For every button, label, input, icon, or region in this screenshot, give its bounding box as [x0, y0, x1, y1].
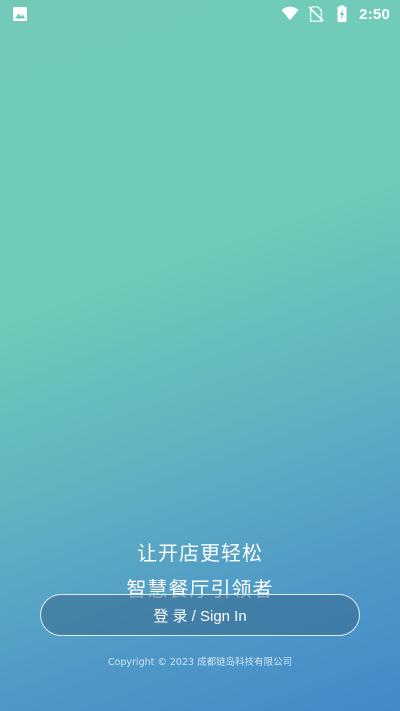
wifi-icon	[281, 6, 299, 21]
copyright-text: Copyright © 2023 成都链岛科技有限公司	[107, 657, 293, 668]
status-icons: 2:50	[281, 3, 390, 25]
battery-charging-icon	[337, 5, 347, 23]
no-sim-icon	[308, 6, 324, 22]
sign-in-button[interactable]: 登 录 / Sign In	[40, 594, 360, 636]
status-time: 2:50	[359, 5, 390, 23]
status-bar: 2:50	[0, 0, 400, 28]
image-icon	[13, 7, 27, 21]
login-screen: 2:50 让开店更轻松 智慧餐厅引领者 登 录 / Sign In Copyri…	[0, 0, 400, 711]
slogan-line-1: 让开店更轻松	[137, 541, 263, 565]
